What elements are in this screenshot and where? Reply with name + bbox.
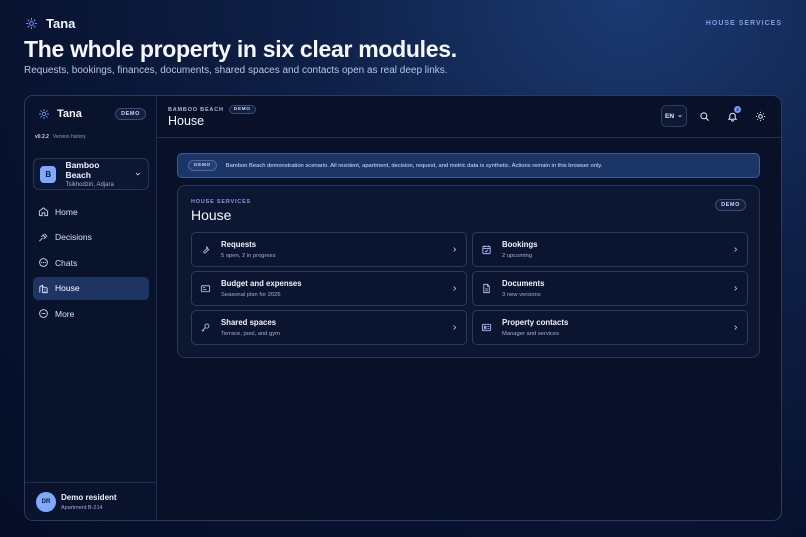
page-title: House — [168, 114, 205, 128]
module-card-shared-spaces[interactable]: Shared spaces Terrace, pool, and gym — [191, 310, 467, 345]
chevron-right-icon — [734, 286, 738, 291]
demo-badge: DEMO — [188, 160, 217, 171]
chevron-down-icon — [678, 114, 682, 118]
user-profile[interactable]: DR Demo resident Apartment B-214 — [25, 482, 156, 520]
sidebar-item-more[interactable]: More — [33, 302, 149, 325]
sidebar-brand: Tana DEMO — [38, 108, 146, 120]
module-card-bookings[interactable]: Bookings 2 upcoming — [472, 232, 748, 267]
brand-name: Tana — [46, 15, 76, 31]
building-icon — [39, 284, 48, 293]
module-grid: Requests 5 open, 2 in progress Bookings 2 … — [191, 232, 748, 345]
sidebar-item-label: More — [55, 308, 75, 319]
sun-icon — [755, 111, 765, 121]
breadcrumb: BAMBOO BEACH DEMO — [168, 105, 256, 114]
chevron-down-icon — [135, 172, 141, 176]
sidebar-item-chats[interactable]: Chats — [33, 251, 149, 274]
sidebar-item-label: Home — [55, 206, 78, 217]
demo-badge: DEMO — [228, 105, 256, 114]
key-icon — [201, 323, 210, 332]
document-icon — [483, 283, 490, 294]
chevron-right-icon — [453, 325, 457, 330]
breadcrumb-property[interactable]: BAMBOO BEACH — [168, 107, 224, 113]
notification-count-badge: 3 — [734, 106, 741, 113]
section-label: HOUSE SERVICES — [705, 19, 782, 27]
panel-eyebrow: HOUSE SERVICES — [191, 199, 252, 205]
sidebar-item-home[interactable]: Home — [33, 200, 149, 223]
property-location: Tsikhodziri, Adjara — [65, 182, 114, 188]
sidebar-logo-link[interactable]: Tana — [38, 108, 82, 120]
module-card-documents[interactable]: Documents 3 new versions — [472, 271, 748, 306]
theme-toggle-button[interactable] — [749, 105, 771, 127]
module-title: Bookings — [502, 240, 538, 249]
module-subtitle: Seasonal plan for 2026 — [221, 292, 281, 298]
chat-icon — [39, 258, 48, 268]
module-subtitle: Manager and services — [502, 331, 560, 337]
wrench-icon — [203, 245, 210, 254]
brand[interactable]: Tana — [25, 16, 75, 31]
house-services-panel: HOUSE SERVICES House DEMO Requests 5 open… — [177, 185, 760, 358]
banner-text: Bamboo Beach demonstration scenario. All… — [225, 162, 603, 169]
property-name: Bamboo Beach — [65, 160, 100, 180]
module-title: Shared spaces — [221, 318, 277, 327]
panel-title: House — [191, 207, 232, 223]
version-info: v0.2.2 Version history — [35, 134, 86, 140]
home-icon — [38, 207, 49, 217]
top-bar: Tana HOUSE SERVICES — [25, 14, 782, 32]
demo-banner: DEMO Bamboo Beach demonstration scenario… — [177, 153, 760, 178]
sidebar-item-label: Chats — [55, 257, 78, 268]
user-name: Demo resident — [61, 492, 117, 502]
calendar-check-icon — [482, 245, 491, 255]
search-icon — [699, 111, 709, 121]
module-title: Budget and expenses — [221, 279, 302, 288]
module-title: Property contacts — [502, 318, 569, 327]
sidebar-item-house[interactable]: House — [33, 276, 149, 300]
demo-badge: DEMO — [715, 199, 746, 211]
module-title: Documents — [502, 279, 545, 288]
module-subtitle: 5 open, 2 in progress — [221, 253, 276, 259]
app-window: Tana DEMO v0.2.2 Version history B Bambo… — [24, 95, 782, 521]
hero-title: The whole property in six clear modules. — [24, 36, 457, 62]
version-history-link[interactable]: Version history — [53, 134, 86, 140]
sidebar-brand-name: Tana — [57, 108, 82, 120]
module-card-requests[interactable]: Requests 5 open, 2 in progress — [191, 232, 467, 267]
language-value: EN — [664, 112, 675, 120]
more-icon — [39, 309, 48, 319]
main-content: BAMBOO BEACH DEMO House EN 3 DEMO Bamboo… — [157, 96, 781, 520]
sidebar-item-decisions[interactable]: Decisions — [33, 226, 149, 249]
search-button[interactable] — [693, 105, 715, 127]
chevron-right-icon — [453, 286, 457, 291]
module-subtitle: Terrace, pool, and gym — [221, 331, 280, 337]
gavel-icon — [39, 233, 48, 242]
module-subtitle: 2 upcoming — [502, 253, 532, 259]
property-avatar: B — [40, 165, 57, 183]
logo-icon — [39, 109, 49, 119]
user-apartment: Apartment B-214 — [61, 504, 103, 511]
sidebar-nav: Home Decisions Chats House More — [33, 200, 149, 328]
chevron-right-icon — [734, 247, 738, 252]
module-card-property-contacts[interactable]: Property contacts Manager and services — [472, 310, 748, 345]
module-card-budget[interactable]: Budget and expenses Seasonal plan for 202… — [191, 271, 467, 306]
hero-subtitle: Requests, bookings, finances, documents,… — [24, 65, 448, 76]
language-select[interactable]: EN — [661, 105, 687, 127]
wallet-icon — [200, 285, 211, 293]
demo-badge: DEMO — [115, 108, 146, 120]
sidebar-item-label: House — [55, 283, 80, 294]
module-subtitle: 3 new versions — [502, 292, 541, 298]
module-title: Requests — [221, 240, 257, 249]
sidebar: Tana DEMO v0.2.2 Version history B Bambo… — [25, 96, 157, 520]
page-header: BAMBOO BEACH DEMO House EN 3 — [157, 96, 781, 138]
logo-icon — [26, 17, 37, 29]
avatar: DR — [36, 491, 56, 512]
chevron-right-icon — [734, 325, 738, 330]
chevron-right-icon — [453, 247, 457, 252]
notifications-button[interactable]: 3 — [721, 105, 743, 127]
contact-card-icon — [481, 323, 492, 332]
header-actions: EN 3 — [661, 105, 771, 127]
sidebar-item-label: Decisions — [55, 232, 92, 243]
property-switcher[interactable]: B Bamboo Beach Tsikhodziri, Adjara — [33, 158, 149, 190]
version-number: v0.2.2 — [35, 134, 49, 140]
